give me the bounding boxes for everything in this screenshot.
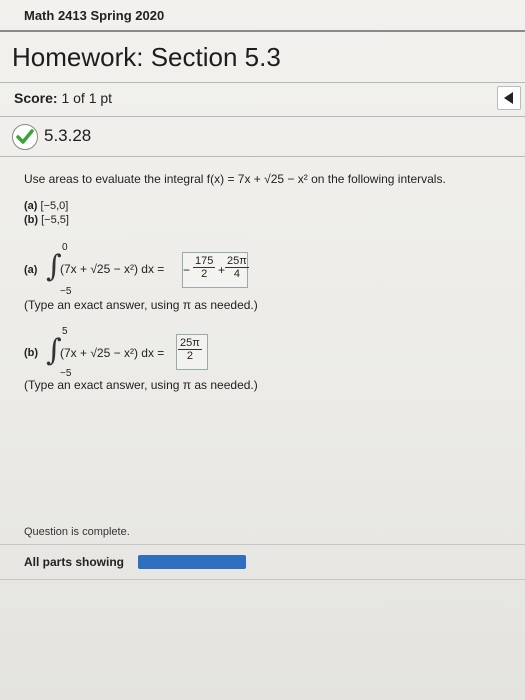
fraction-numerator: 175: [193, 255, 216, 268]
interval-b-label: (b): [24, 214, 39, 226]
part-a-note: (Type an exact answer, using π as needed…: [24, 298, 258, 312]
part-b-upper-limit: 5: [62, 326, 68, 337]
interval-a: (a) [−5,0]: [24, 200, 68, 212]
parts-showing-label: All parts showing: [24, 555, 125, 569]
fraction-numerator: 25π: [225, 255, 249, 268]
question-prompt: Use areas to evaluate the integral f(x) …: [24, 172, 446, 186]
answer-fraction: 25π 2: [178, 337, 202, 362]
part-b-answer-field[interactable]: 25π 2: [176, 334, 208, 370]
part-b-integrand: (7x + √25 − x²) dx =: [60, 346, 165, 360]
homework-header: Homework: Section 5.3: [0, 30, 525, 83]
triangle-left-icon: [504, 92, 513, 104]
score-display: Score: 1 of 1 pt: [14, 90, 112, 106]
part-a-lower-limit: −5: [60, 286, 72, 297]
score-label: Score:: [14, 90, 58, 106]
fraction-denominator: 4: [233, 268, 240, 280]
fraction-denominator: 2: [201, 268, 208, 280]
interval-a-value: [−5,0]: [40, 200, 69, 212]
interval-b: (b) [−5,5]: [24, 214, 69, 226]
answer-sign: −: [183, 263, 191, 277]
interval-a-label: (a): [24, 200, 38, 212]
homework-title: Homework: Section 5.3: [12, 42, 281, 72]
collapse-button[interactable]: [497, 86, 521, 110]
part-a-upper-limit: 0: [62, 242, 68, 253]
question-number: 5.3.28: [44, 126, 92, 145]
parts-footer: All parts showing: [0, 544, 525, 580]
fraction-numerator: 25π: [178, 337, 202, 350]
homework-screen: Math 2413 Spring 2020 Homework: Section …: [0, 0, 525, 700]
part-a-integrand: (7x + √25 − x²) dx =: [60, 262, 165, 276]
score-bar: Score: 1 of 1 pt: [0, 80, 525, 117]
course-bar: Math 2413 Spring 2020: [0, 0, 525, 30]
part-a-label: (a): [24, 264, 38, 276]
progress-fill: [138, 555, 246, 569]
progress-bar: [138, 555, 246, 569]
answer-fraction-2: 25π 4: [225, 255, 249, 280]
score-value: 1 of 1 pt: [61, 90, 113, 106]
part-a-answer-field[interactable]: − 175 2 + 25π 4: [182, 252, 249, 288]
answer-fraction-1: 175 2: [193, 255, 216, 280]
check-circle-icon: [12, 124, 38, 150]
part-b-note: (Type an exact answer, using π as needed…: [24, 378, 258, 392]
course-title: Math 2413 Spring 2020: [24, 8, 165, 23]
interval-b-value: [−5,5]: [41, 214, 69, 226]
question-id-bar: 5.3.28: [0, 116, 525, 157]
completion-status: Question is complete.: [24, 526, 130, 538]
part-b-label: (b): [24, 347, 39, 359]
fraction-denominator: 2: [186, 350, 193, 362]
question-content: Use areas to evaluate the integral f(x) …: [0, 156, 525, 700]
answer-operator: +: [218, 263, 226, 277]
